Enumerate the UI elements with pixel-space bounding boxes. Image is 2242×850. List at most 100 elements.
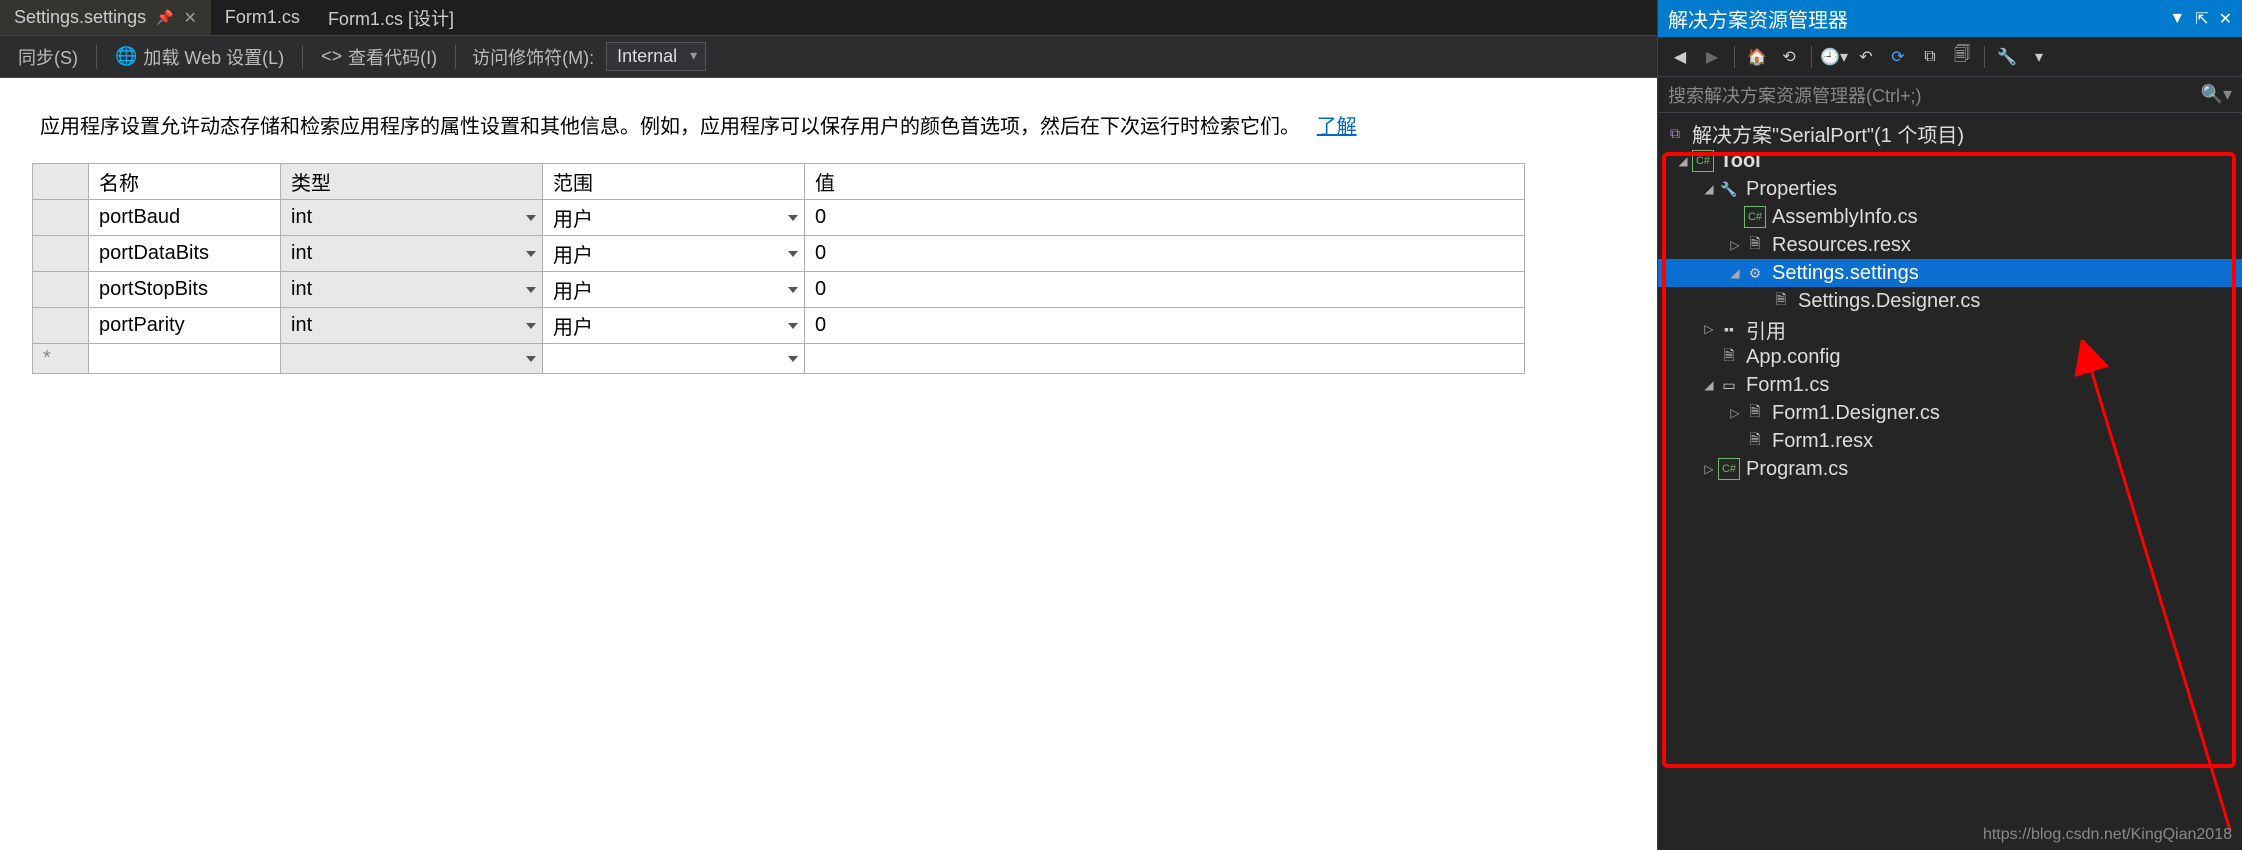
cell-name[interactable]: portDataBits (89, 236, 281, 272)
more-icon[interactable]: ▾ (2025, 43, 2053, 71)
collapse-icon[interactable]: ⧉ (1916, 43, 1944, 71)
settings-designer-node[interactable]: 🗎 Settings.Designer.cs (1658, 287, 2242, 315)
settings-grid[interactable]: 名称 类型 范围 值 portBaud int 用户 0 portDataBit… (32, 163, 1525, 374)
show-all-icon[interactable]: 🗐 (1948, 43, 1976, 71)
expander-icon[interactable]: ▷ (1726, 238, 1744, 252)
settings-toolbar: 同步(S) 🌐 加载 Web 设置(L) <> 查看代码(I) 访问修饰符(M)… (0, 36, 1657, 78)
globe-icon: 🌐 (115, 46, 137, 67)
table-row[interactable]: portBaud int 用户 0 (33, 200, 1525, 236)
expander-icon[interactable]: ◢ (1674, 154, 1692, 168)
cell-value[interactable]: 0 (805, 236, 1525, 272)
tab-form-cs[interactable]: Form1.cs (211, 0, 314, 35)
cell-name[interactable]: portParity (89, 308, 281, 344)
cell-type[interactable]: int (281, 200, 543, 236)
references-node[interactable]: ▷ ▪▪ 引用 (1658, 315, 2242, 343)
cell-value[interactable]: 0 (805, 308, 1525, 344)
refresh-icon[interactable]: ⟳ (1884, 43, 1912, 71)
resources-node[interactable]: ▷ 🗎 Resources.resx (1658, 231, 2242, 259)
expander-icon[interactable]: ▷ (1726, 406, 1744, 420)
table-row[interactable]: portStopBits int 用户 0 (33, 272, 1525, 308)
assembly-info-node[interactable]: C# AssemblyInfo.cs (1658, 203, 2242, 231)
col-header-type[interactable]: 类型 (281, 164, 543, 200)
expander-icon[interactable]: ◢ (1726, 266, 1744, 280)
sync-button[interactable]: 同步(S) (8, 40, 88, 74)
table-row[interactable]: portParity int 用户 0 (33, 308, 1525, 344)
new-row[interactable]: * (33, 344, 1525, 374)
properties-node[interactable]: ◢ 🔧 Properties (1658, 175, 2242, 203)
close-icon[interactable]: ✕ (184, 8, 197, 28)
references-icon: ▪▪ (1718, 318, 1740, 340)
cell-type[interactable]: int (281, 236, 543, 272)
tab-label: Form1.cs [设计] (328, 5, 454, 31)
form-designer-node[interactable]: ▷ 🗎 Form1.Designer.cs (1658, 399, 2242, 427)
project-node[interactable]: ◢ C# Tool (1658, 147, 2242, 175)
dropdown-icon[interactable]: ▼ (2169, 10, 2185, 28)
col-header-name[interactable]: 名称 (89, 164, 281, 200)
col-header-scope[interactable]: 范围 (543, 164, 805, 200)
program-node[interactable]: ▷ C# Program.cs (1658, 455, 2242, 483)
back-icon[interactable]: ◀ (1666, 43, 1694, 71)
form-node[interactable]: ◢ ▭ Form1.cs (1658, 371, 2242, 399)
cell-type[interactable]: int (281, 308, 543, 344)
form-resx-node[interactable]: 🗎 Form1.resx (1658, 427, 2242, 455)
new-row-marker: * (33, 344, 89, 374)
cell-type[interactable]: int (281, 272, 543, 308)
row-header-blank (33, 164, 89, 200)
tab-form-design[interactable]: Form1.cs [设计] (314, 0, 468, 35)
cell-value[interactable]: 0 (805, 272, 1525, 308)
cell-value[interactable]: 0 (805, 200, 1525, 236)
table-row[interactable]: portDataBits int 用户 0 (33, 236, 1525, 272)
panel-toolbar: ◀ ▶ 🏠 ⟲ 🕘▾ ↶ ⟳ ⧉ 🗐 🔧 ▾ (1658, 37, 2242, 77)
resx-file-icon: 🗎 (1744, 430, 1766, 452)
sync-view-icon[interactable]: ⟲ (1775, 43, 1803, 71)
forward-icon[interactable]: ▶ (1698, 43, 1726, 71)
pin-icon[interactable]: ⇱ (2195, 9, 2208, 29)
cell-name[interactable]: portStopBits (89, 272, 281, 308)
expander-icon[interactable]: ▷ (1700, 322, 1718, 336)
config-file-icon: 🗎 (1718, 346, 1740, 368)
cell-scope[interactable]: 用户 (543, 272, 805, 308)
search-icon[interactable]: 🔍▾ (2201, 84, 2232, 105)
solution-node[interactable]: ⧉ 解决方案"SerialPort"(1 个项目) (1658, 119, 2242, 147)
home-icon[interactable]: 🏠 (1743, 43, 1771, 71)
appconfig-node[interactable]: 🗎 App.config (1658, 343, 2242, 371)
col-header-value[interactable]: 值 (805, 164, 1525, 200)
expander-icon[interactable]: ◢ (1700, 182, 1718, 196)
solution-explorer-panel: 解决方案资源管理器 ▼ ⇱ ✕ ◀ ▶ 🏠 ⟲ 🕘▾ ↶ ⟳ ⧉ 🗐 🔧 ▾ 搜… (1657, 0, 2242, 850)
resx-file-icon: 🗎 (1744, 234, 1766, 256)
cs-file-icon: C# (1718, 458, 1740, 480)
close-icon[interactable]: ✕ (2219, 9, 2232, 29)
cell-name[interactable]: portBaud (89, 200, 281, 236)
tab-settings[interactable]: Settings.settings 📌 ✕ (0, 0, 211, 35)
solution-icon: ⧉ (1664, 122, 1686, 144)
panel-search[interactable]: 搜索解决方案资源管理器(Ctrl+;) 🔍▾ (1658, 77, 2242, 113)
form-icon: ▭ (1718, 374, 1740, 396)
properties-icon[interactable]: 🔧 (1993, 43, 2021, 71)
settings-node[interactable]: ◢ ⚙ Settings.settings (1658, 259, 2242, 287)
separator (302, 45, 303, 69)
panel-title-text: 解决方案资源管理器 (1668, 4, 1848, 33)
cs-file-icon: C# (1744, 206, 1766, 228)
view-code-button[interactable]: <> 查看代码(I) (311, 40, 447, 74)
learn-more-link[interactable]: 了解 (1317, 116, 1357, 138)
wrench-icon: 🔧 (1718, 178, 1740, 200)
cell-scope[interactable]: 用户 (543, 236, 805, 272)
expander-icon[interactable]: ▷ (1700, 462, 1718, 476)
separator (455, 45, 456, 69)
expander-icon[interactable]: ◢ (1700, 378, 1718, 392)
code-icon: <> (321, 46, 342, 67)
pin-icon[interactable]: 📌 (156, 9, 173, 26)
solution-tree[interactable]: ⧉ 解决方案"SerialPort"(1 个项目) ◢ C# Tool ◢ 🔧 … (1658, 113, 2242, 850)
access-modifier-combo[interactable]: Internal (606, 42, 706, 71)
cell-scope[interactable]: 用户 (543, 308, 805, 344)
csharp-project-icon: C# (1692, 150, 1714, 172)
cs-file-icon: 🗎 (1744, 402, 1766, 424)
tab-label: Settings.settings (14, 7, 146, 28)
undo-icon[interactable]: ↶ (1852, 43, 1880, 71)
search-placeholder: 搜索解决方案资源管理器(Ctrl+;) (1668, 82, 1922, 108)
panel-title-bar[interactable]: 解决方案资源管理器 ▼ ⇱ ✕ (1658, 0, 2242, 37)
tab-label: Form1.cs (225, 7, 300, 28)
load-web-button[interactable]: 🌐 加载 Web 设置(L) (105, 40, 294, 74)
history-icon[interactable]: 🕘▾ (1820, 43, 1848, 71)
cell-scope[interactable]: 用户 (543, 200, 805, 236)
